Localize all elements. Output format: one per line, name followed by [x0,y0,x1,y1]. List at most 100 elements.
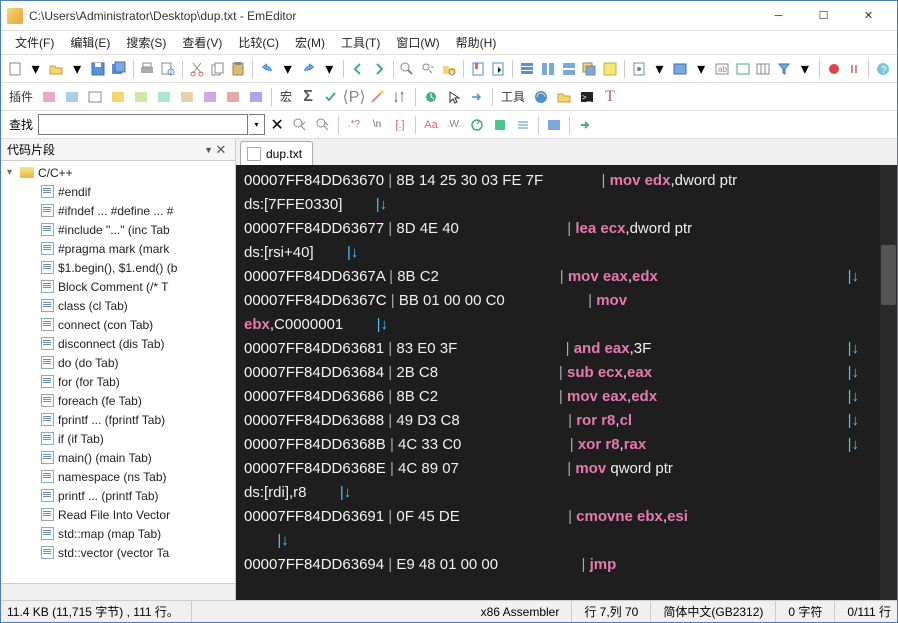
snippet-item[interactable]: do (do Tab) [1,353,235,372]
maximize-button[interactable]: ☐ [801,2,846,30]
plugin-icon[interactable] [38,86,60,108]
paste-icon[interactable] [228,58,248,80]
menu-macro[interactable]: 宏(M) [287,32,333,53]
go-icon[interactable] [574,114,596,136]
horizontal-scrollbar[interactable] [1,583,235,600]
status-lang[interactable]: x86 Assembler [481,601,573,622]
dropdown-icon[interactable]: ▾ [319,58,339,80]
cursor-icon[interactable] [443,86,465,108]
menu-help[interactable]: 帮助(H) [448,32,505,53]
find-prev-icon[interactable] [289,114,311,136]
dropdown-icon[interactable]: ▾ [67,58,87,80]
menu-tools[interactable]: 工具(T) [333,32,388,53]
snippet-item[interactable]: namespace (ns Tab) [1,467,235,486]
dropdown-icon[interactable]: ▾ [26,58,46,80]
find-next-icon[interactable] [312,114,334,136]
find-input[interactable] [38,114,248,135]
snippet-item[interactable]: disconnect (dis Tab) [1,334,235,353]
panel-dropdown-icon[interactable]: ▼ [204,145,213,155]
sort-icon[interactable] [389,86,411,108]
dropdown-icon[interactable]: ▾ [795,58,815,80]
cascade-icon[interactable] [579,58,599,80]
plugin-icon[interactable] [153,86,175,108]
highlight-icon[interactable] [600,58,620,80]
cut-icon[interactable] [187,58,207,80]
snippet-item[interactable]: #pragma mark (mark [1,239,235,258]
menu-view[interactable]: 查看(V) [174,32,230,53]
snippet-item[interactable]: printf ... (printf Tab) [1,486,235,505]
snippet-item[interactable]: std::map (map Tab) [1,524,235,543]
tree-folder[interactable]: ▾ C/C++ [1,163,235,182]
menu-window[interactable]: 窗口(W) [388,32,447,53]
filter-icon[interactable] [774,58,794,80]
snippet-item[interactable]: #endif [1,182,235,201]
snippet-item[interactable]: fprintf ... (fprintf Tab) [1,410,235,429]
plugin-icon[interactable] [107,86,129,108]
dropdown-icon[interactable]: ▾ [691,58,711,80]
csv-icon[interactable] [754,58,774,80]
print-preview-icon[interactable] [158,58,178,80]
dropdown-icon[interactable]: ▾ [278,58,298,80]
refresh-icon[interactable] [420,86,442,108]
word-icon[interactable]: .W. [443,114,465,136]
find-folder-icon[interactable] [439,58,459,80]
snippet-item[interactable]: class (cl Tab) [1,296,235,315]
plugin-icon[interactable] [130,86,152,108]
snippet-item[interactable]: connect (con Tab) [1,315,235,334]
help-icon[interactable]: ? [873,58,893,80]
snippet-item[interactable]: Block Comment (/* T [1,277,235,296]
bookmark-next-icon[interactable] [489,58,509,80]
find-icon[interactable] [398,58,418,80]
tile-vert-icon[interactable] [559,58,579,80]
number-icon[interactable]: [.] [389,114,411,136]
save-icon[interactable] [88,58,108,80]
menu-compare[interactable]: 比较(C) [230,32,287,53]
snippet-item[interactable]: if (if Tab) [1,429,235,448]
goto-icon[interactable] [466,86,488,108]
panel-close-icon[interactable]: ✕ [213,142,229,158]
minimize-button[interactable]: ─ [756,2,801,30]
regex-icon[interactable]: .*? [343,114,365,136]
find-next-icon[interactable] [418,58,438,80]
undo-icon[interactable] [257,58,277,80]
collapse-icon[interactable]: ▾ [7,167,19,178]
snippet-item[interactable]: #ifndef ... #define ... # [1,201,235,220]
save-all-icon[interactable] [109,58,129,80]
record-icon[interactable] [824,58,844,80]
escape-icon[interactable]: \n [366,114,388,136]
tile-horiz-icon[interactable] [538,58,558,80]
snippet-item[interactable]: #include "..." (inc Tab [1,220,235,239]
editor-area[interactable]: 00007FF84DD63670 | 8B 14 25 30 03 FE 7F … [236,165,897,600]
window-list-icon[interactable] [517,58,537,80]
new-icon[interactable] [5,58,25,80]
wand-icon[interactable] [366,86,388,108]
bookmark-icon[interactable] [468,58,488,80]
tab-dup[interactable]: dup.txt [240,141,313,165]
snippet-item[interactable]: $1.begin(), $1.end() (b [1,258,235,277]
plugin-icon[interactable] [245,86,267,108]
para-icon[interactable]: ⟨P⟩ [343,86,365,108]
plugin-icon[interactable] [84,86,106,108]
vertical-scrollbar[interactable] [880,165,897,600]
highlight-all-icon[interactable] [489,114,511,136]
find-dropdown-icon[interactable]: ▾ [249,114,265,135]
snippets-tree[interactable]: ▾ C/C++ #endif#ifndef ... #define ... ##… [1,161,235,583]
plugin-icon[interactable] [176,86,198,108]
plugin-icon[interactable] [222,86,244,108]
open-icon[interactable] [47,58,67,80]
wrap-icon[interactable] [466,114,488,136]
advanced-icon[interactable] [543,114,565,136]
validate-icon[interactable] [320,86,342,108]
plugin-icon[interactable] [61,86,83,108]
menu-search[interactable]: 搜索(S) [118,32,174,53]
properties-icon[interactable] [629,58,649,80]
case-icon[interactable]: Aa [420,114,442,136]
ie-icon[interactable] [530,86,552,108]
snippet-item[interactable]: foreach (fe Tab) [1,391,235,410]
dropdown-icon[interactable]: ▾ [650,58,670,80]
cmd-icon[interactable]: >_ [576,86,598,108]
redo-icon[interactable] [299,58,319,80]
font-icon[interactable]: T [599,86,621,108]
snippet-item[interactable]: for (for Tab) [1,372,235,391]
snippet-item[interactable]: main() (main Tab) [1,448,235,467]
